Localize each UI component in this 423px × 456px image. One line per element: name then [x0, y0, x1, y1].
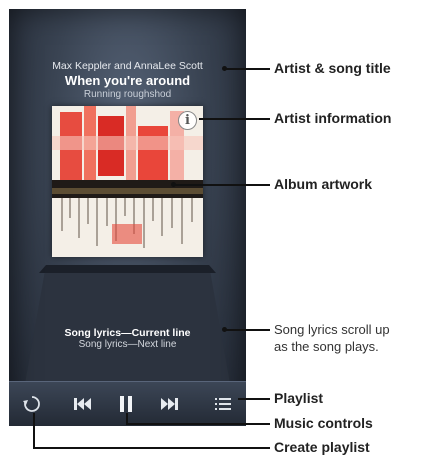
create-playlist-icon: [23, 396, 40, 412]
next-button[interactable]: [153, 382, 187, 426]
callout-line-artist-info: [199, 118, 270, 120]
music-control-bar: [9, 381, 246, 426]
callout-music-controls: Music controls: [274, 415, 373, 431]
create-playlist-button[interactable]: [15, 382, 49, 426]
callout-create-playlist: Create playlist: [274, 439, 370, 455]
next-track-icon: [161, 398, 178, 410]
previous-button[interactable]: [65, 382, 99, 426]
callout-line-album-artwork: [174, 184, 270, 186]
pause-icon: [120, 396, 132, 412]
song-title: When you're around: [64, 73, 191, 88]
lyrics-current-line: Song lyrics—Current line: [64, 327, 191, 339]
callout-line-artist-title: [225, 68, 270, 70]
callout-playlist: Playlist: [274, 390, 324, 406]
callout-artist-information: Artist information: [274, 110, 392, 126]
artist-info-icon[interactable]: i: [178, 111, 197, 130]
callout-album-artwork: Album artwork: [274, 176, 373, 192]
album-name: Running roughshod: [83, 89, 172, 100]
callout-artist-song-title: Artist & song title: [274, 60, 391, 76]
artist-name: Max Keppler and AnnaLee Scott: [52, 60, 203, 72]
playlist-button[interactable]: [206, 382, 240, 426]
album-artwork[interactable]: [52, 106, 203, 257]
previous-track-icon: [74, 398, 91, 410]
phone-screen: Max Keppler and AnnaLee Scott When you'r…: [9, 9, 246, 425]
callout-lyrics-note-line1: Song lyrics scroll up: [274, 322, 390, 337]
callout-line-lyrics: [225, 329, 270, 331]
callout-line-create-playlist-vertical: [33, 413, 35, 448]
callout-lyrics-note: Song lyrics scroll up as the song plays.: [274, 321, 390, 355]
callout-line-music-controls: [126, 423, 270, 425]
callout-line-playlist: [238, 398, 270, 400]
lyrics-next-line: Song lyrics—Next line: [78, 339, 177, 350]
callout-line-create-playlist: [33, 447, 270, 449]
callout-lyrics-note-line2: as the song plays.: [274, 339, 379, 354]
playlist-icon: [215, 398, 231, 410]
